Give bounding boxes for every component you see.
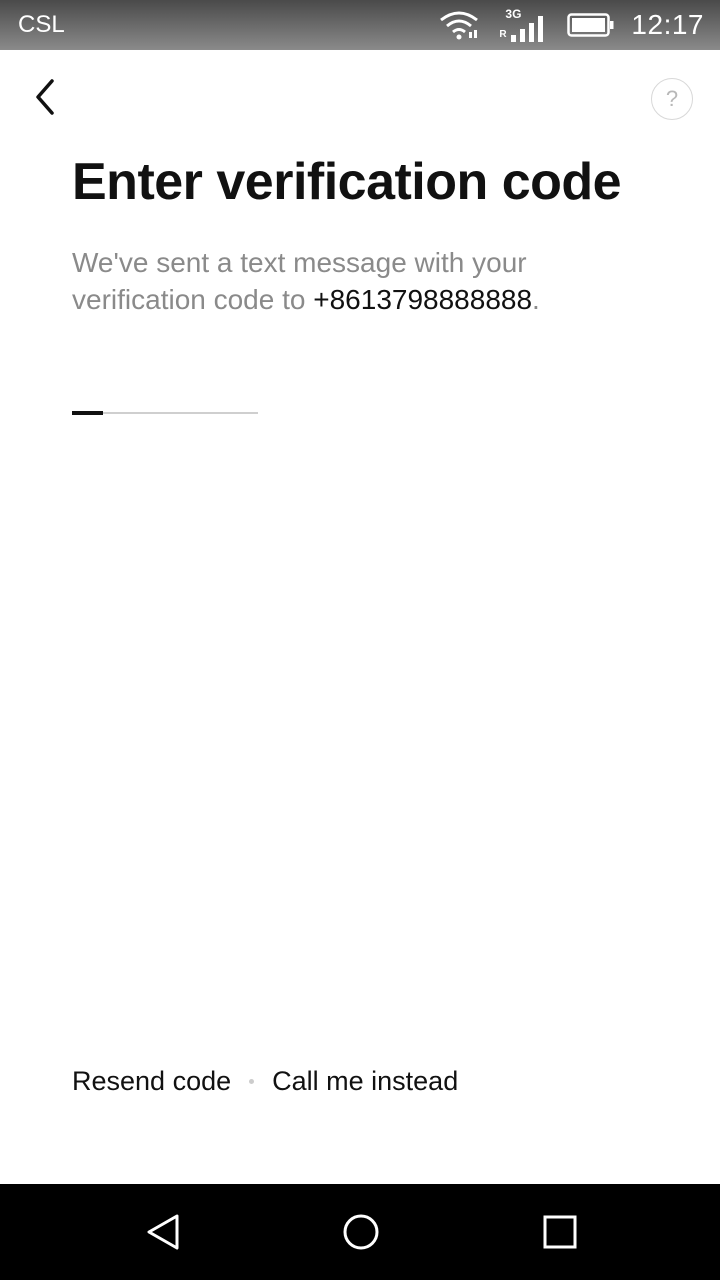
battery-icon: [567, 13, 614, 37]
resend-code-link[interactable]: Resend code: [72, 1066, 231, 1097]
phone-number: +8613798888888: [313, 284, 533, 315]
code-input-cursor: [72, 411, 103, 415]
page-title: Enter verification code: [72, 153, 622, 211]
wifi-icon: [440, 11, 479, 40]
nav-back-button[interactable]: [139, 1208, 187, 1256]
home-circle-icon: [343, 1214, 379, 1250]
nav-recents-button[interactable]: [536, 1208, 584, 1256]
back-button[interactable]: [20, 72, 70, 122]
status-bar: CSL 3G R 12:17: [0, 0, 720, 50]
verification-description: We've sent a text message with your veri…: [72, 244, 652, 318]
nav-home-button[interactable]: [337, 1208, 385, 1256]
verification-code-input[interactable]: [72, 380, 258, 416]
recents-square-icon: [543, 1215, 577, 1249]
description-period: .: [532, 284, 540, 315]
chevron-left-icon: [36, 79, 54, 115]
help-icon-label: ?: [665, 86, 679, 111]
navigation-bar: [0, 1184, 720, 1280]
signal-indicator: 3G R: [497, 5, 549, 45]
help-button[interactable]: ?: [651, 78, 693, 120]
footer-links: Resend code Call me instead: [72, 1066, 458, 1097]
status-icons: 3G R 12:17: [439, 0, 704, 50]
separator-dot: [249, 1079, 255, 1084]
roaming-label: R: [499, 29, 507, 40]
clock: 12:17: [631, 9, 704, 40]
call-me-instead-link[interactable]: Call me instead: [272, 1066, 458, 1097]
signal-icon: [511, 16, 544, 42]
carrier-name: CSL: [18, 11, 65, 38]
back-triangle-icon: [147, 1214, 179, 1250]
